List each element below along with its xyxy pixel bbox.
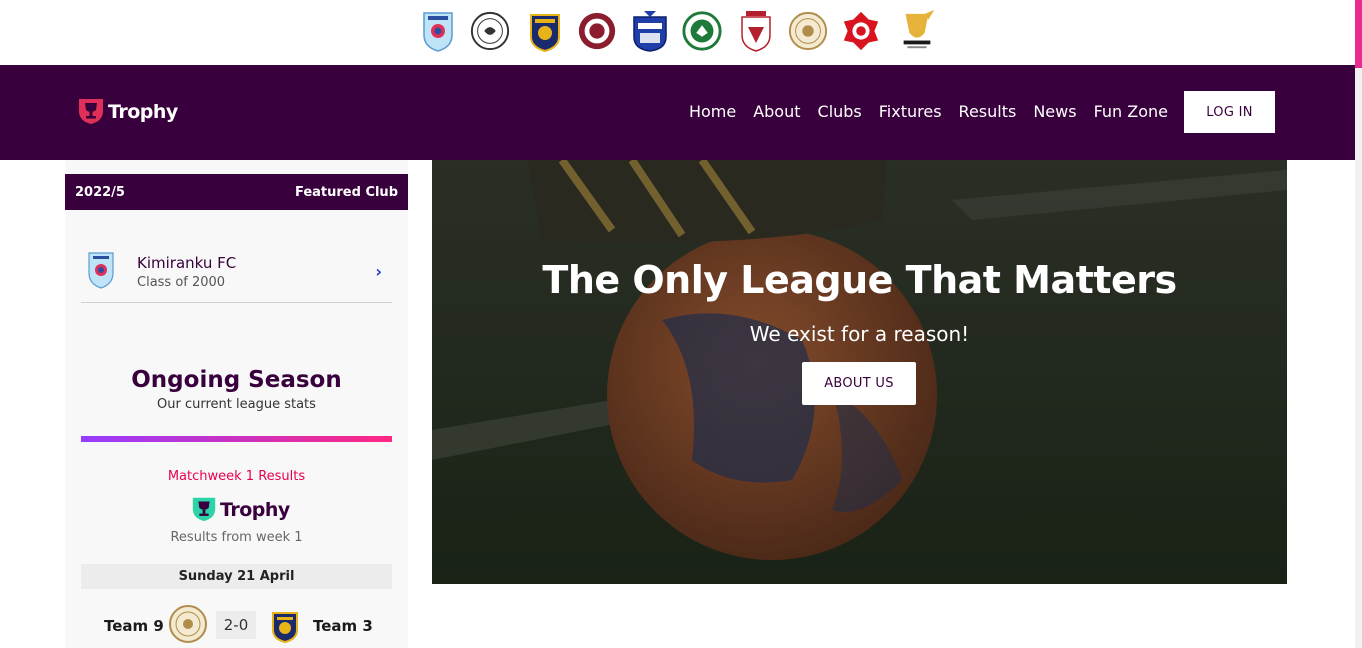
match-score: 2-0 xyxy=(216,611,256,639)
nav-fixtures[interactable]: Fixtures xyxy=(879,102,942,121)
kimiranku-crest-icon xyxy=(86,250,116,290)
match-result-row[interactable]: Team 9 2-0 Team 3 xyxy=(65,603,408,647)
club-crest-9-icon[interactable] xyxy=(840,9,882,53)
nav-home[interactable]: Home xyxy=(689,102,736,121)
hero-subtitle: We exist for a reason! xyxy=(749,322,970,346)
hero-title: The Only League That Matters xyxy=(542,258,1177,302)
hero-banner: The Only League That Matters We exist fo… xyxy=(432,160,1287,584)
scrollbar-thumb[interactable] xyxy=(1355,0,1362,68)
trophy-icon xyxy=(190,494,218,526)
nav-fun-zone[interactable]: Fun Zone xyxy=(1094,102,1168,121)
brand-logo[interactable]: Trophy xyxy=(76,95,178,129)
nav-results[interactable]: Results xyxy=(959,102,1017,121)
club-crest-8-icon[interactable] xyxy=(787,9,829,53)
featured-club-card[interactable]: Kimiranku FC Class of 2000 › xyxy=(81,240,392,303)
main-nav: Home About Clubs Fixtures Results News F… xyxy=(689,102,1168,121)
about-us-button[interactable]: ABOUT US xyxy=(802,362,916,405)
ongoing-season-title: Ongoing Season xyxy=(131,367,342,393)
club-crest-3-icon xyxy=(269,609,301,644)
club-crest-8-icon xyxy=(168,604,208,644)
featured-club-name: Kimiranku FC xyxy=(137,254,237,272)
club-crest-7-icon[interactable] xyxy=(735,9,777,53)
matchweek-brand: Trophy xyxy=(190,494,290,526)
club-crest-2-icon[interactable] xyxy=(469,9,511,53)
nav-news[interactable]: News xyxy=(1033,102,1076,121)
away-team-name: Team 3 xyxy=(313,617,373,635)
featured-club-header: 2022/5 Featured Club xyxy=(65,174,408,210)
chevron-right-icon[interactable]: › xyxy=(375,262,382,281)
season-label: 2022/5 xyxy=(75,184,125,200)
nav-clubs[interactable]: Clubs xyxy=(818,102,862,121)
matchweek-subtitle: Results from week 1 xyxy=(170,530,303,545)
nav-about[interactable]: About xyxy=(753,102,800,121)
club-crest-5-icon[interactable] xyxy=(629,9,671,53)
club-crest-4-icon[interactable] xyxy=(576,9,618,53)
matchweek-brand-name: Trophy xyxy=(220,499,290,521)
brand-name: Trophy xyxy=(108,101,178,123)
kimiranku-crest-icon[interactable] xyxy=(417,9,459,53)
home-team-name: Team 9 xyxy=(104,617,164,635)
sidebar: 2022/5 Featured Club Kimiranku FC Class … xyxy=(65,160,408,648)
matchweek-title: Matchweek 1 Results xyxy=(167,469,306,484)
gradient-divider xyxy=(81,436,392,442)
featured-club-label: Featured Club xyxy=(294,184,398,200)
scrollbar[interactable] xyxy=(1355,0,1362,648)
site-header: Trophy Home About Clubs Fixtures Results… xyxy=(0,65,1355,160)
club-crest-6-icon[interactable] xyxy=(681,9,723,53)
club-logos-strip xyxy=(0,0,1355,65)
ongoing-season-subtitle: Our current league stats xyxy=(157,397,316,412)
club-crest-3-icon[interactable] xyxy=(524,9,566,53)
match-date: Sunday 21 April xyxy=(81,564,392,589)
login-button[interactable]: LOG IN xyxy=(1184,91,1275,133)
featured-club-subtitle: Class of 2000 xyxy=(137,275,226,290)
trophy-icon xyxy=(76,95,106,129)
visakha-crest-icon[interactable] xyxy=(896,9,938,53)
